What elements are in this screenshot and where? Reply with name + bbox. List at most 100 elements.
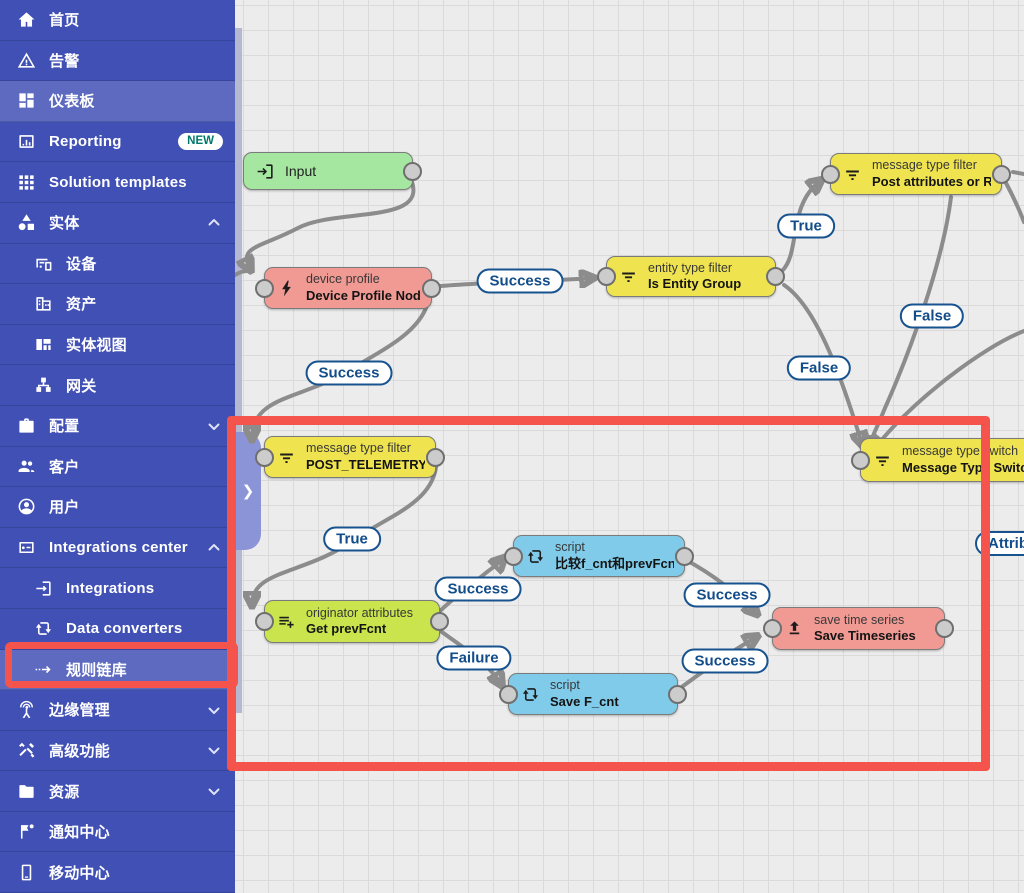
input-icon [256,162,275,181]
filter-icon [843,165,862,184]
sidebar-item-notification-center[interactable]: 通知中心 [0,812,235,853]
briefcase-icon [16,416,36,436]
sidebar-item-reporting[interactable]: Reporting NEW [0,122,235,163]
smartphone-icon [16,862,36,882]
link-label-success[interactable]: Success [682,649,769,674]
sidebar-item-entities[interactable]: 实体 [0,203,235,244]
sidebar-item-assets[interactable]: 资产 [0,284,235,325]
link[interactable] [247,182,414,269]
filter-icon [619,267,638,286]
sidebar-item-integrations[interactable]: Integrations [0,568,235,609]
link-label-false[interactable]: False [900,304,964,329]
node-input-connector[interactable] [851,451,870,470]
link-label-false[interactable]: False [787,356,851,381]
node-script-save-fcnt[interactable]: script Save F_cnt [508,673,678,715]
filter-icon [277,448,296,467]
chevron-down-icon [205,782,223,800]
link-label-attributes[interactable]: Attributes [975,531,1024,556]
sidebar-item-users[interactable]: 用户 [0,487,235,528]
node-input-connector[interactable] [499,685,518,704]
flag-icon [16,822,36,842]
sidebar-item-dashboards[interactable]: 仪表板 [0,81,235,122]
link-label-true[interactable]: True [323,527,381,552]
link[interactable] [1013,172,1024,174]
sidebar-item-entity-views[interactable]: 实体视图 [0,325,235,366]
flash-icon [277,279,296,298]
node-output-connector[interactable] [426,448,445,467]
node-input[interactable]: Input [243,152,413,190]
sidebar-item-label: 设备 [66,253,96,274]
node-originator-attributes[interactable]: originator attributes Get prevFcnt [264,600,440,643]
node-input-connector[interactable] [763,619,782,638]
node-device-profile[interactable]: device profile Device Profile Node [264,267,432,309]
sidebar-item-label: Integrations [66,580,154,597]
node-input-connector[interactable] [255,279,274,298]
link-label-success[interactable]: Success [684,583,771,608]
link-label-success[interactable]: Success [477,269,564,294]
node-input-connector[interactable] [255,612,274,631]
node-input-connector[interactable] [255,448,274,467]
node-input-connector[interactable] [504,547,523,566]
sidebar-item-label: 客户 [49,456,79,477]
node-output-connector[interactable] [668,685,687,704]
sidebar-item-label: 移动中心 [49,862,110,883]
sidebar-item-data-converters[interactable]: Data converters [0,609,235,650]
reporting-icon [16,132,36,152]
sidebar-item-alarms[interactable]: 告警 [0,41,235,82]
node-entity-type-filter[interactable]: entity type filter Is Entity Group [606,256,776,297]
node-output-connector[interactable] [935,619,954,638]
integrations-center-icon [16,538,36,558]
dashboard-icon [16,91,36,111]
sidebar-item-label: 边缘管理 [49,699,110,720]
customers-icon [16,456,36,476]
link-label-success[interactable]: Success [435,577,522,602]
tools-icon [16,740,36,760]
node-output-connector[interactable] [675,547,694,566]
sidebar-item-label: 实体视图 [66,334,127,355]
link-label-failure[interactable]: Failure [436,646,511,671]
link[interactable] [235,271,247,275]
node-script-compare[interactable]: script 比较f_cnt和prevFcnt [513,535,685,577]
node-output-connector[interactable] [403,162,422,181]
node-message-type-filter-post-attributes[interactable]: message type filter Post attributes or R… [830,153,1002,195]
warning-icon [16,50,36,70]
sidebar-item-customers[interactable]: 客户 [0,447,235,488]
node-output-connector[interactable] [992,165,1011,184]
sidebar-item-resources[interactable]: 资源 [0,771,235,812]
sidebar-item-home[interactable]: 首页 [0,0,235,41]
link-label-true[interactable]: True [777,214,835,239]
sidebar-item-advanced-features[interactable]: 高级功能 [0,731,235,772]
sidebar-item-profiles[interactable]: 配置 [0,406,235,447]
sidebar-item-edge-management[interactable]: 边缘管理 [0,690,235,731]
node-message-type-switch[interactable]: message type switch Message Type Switch [860,438,1024,482]
link[interactable] [1006,183,1024,222]
node-input-connector[interactable] [597,267,616,286]
integrations-icon [33,578,53,598]
node-output-connector[interactable] [430,612,449,631]
sidebar-item-solution-templates[interactable]: Solution templates [0,162,235,203]
transform-icon [521,685,540,704]
sidebar-item-integrations-center[interactable]: Integrations center [0,528,235,569]
node-input-connector[interactable] [821,165,840,184]
thingsboard-app: 首页 告警 仪表板 Reporting NEW Solution templat… [0,0,1024,893]
entities-icon [16,213,36,233]
node-save-timeseries[interactable]: save time series Save Timeseries [772,607,945,650]
node-output-connector[interactable] [766,267,785,286]
chevron-up-icon [205,539,223,557]
link-label-success[interactable]: Success [306,361,393,386]
node-output-connector[interactable] [422,279,441,298]
entity-views-icon [33,335,53,355]
sidebar: 首页 告警 仪表板 Reporting NEW Solution templat… [0,0,235,893]
sidebar-item-rule-chains[interactable]: 规则链库 [0,650,235,691]
rule-chains-icon [33,659,53,679]
sidebar-item-gateways[interactable]: 网关 [0,365,235,406]
sidebar-item-devices[interactable]: 设备 [0,244,235,285]
chevron-up-icon [205,214,223,232]
apps-icon [16,172,36,192]
link[interactable] [874,331,1024,449]
chevron-down-icon [205,701,223,719]
sidebar-item-mobile-center[interactable]: 移动中心 [0,852,235,893]
rule-chain-canvas[interactable]: ❯ Input [235,0,1024,893]
node-message-type-filter-post-telemetry[interactable]: message type filter POST_TELEMETRY_R… [264,436,436,478]
assets-icon [33,294,53,314]
